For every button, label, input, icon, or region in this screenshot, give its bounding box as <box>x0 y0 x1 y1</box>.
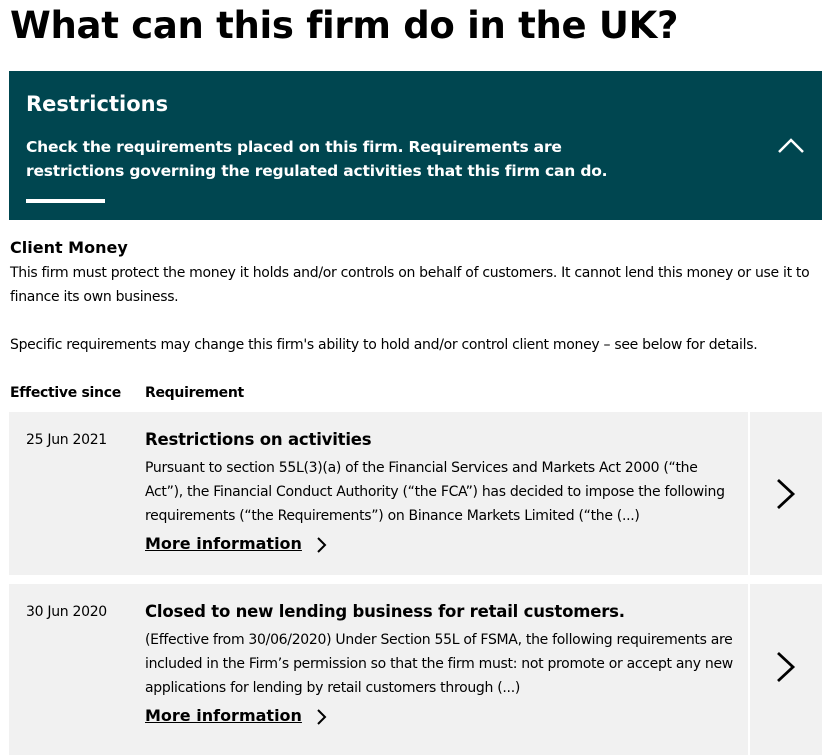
more-information-link[interactable]: More information <box>145 532 328 556</box>
page-title: What can this firm do in the UK? <box>10 4 679 47</box>
requirement-body: Pursuant to section 55L(3)(a) of the Fin… <box>145 460 725 524</box>
client-money-note: Specific requirements may change this fi… <box>10 337 758 353</box>
panel-description: Check the requirements placed on this fi… <box>26 138 608 180</box>
requirement-row-content: 30 Jun 2020 Closed to new lending busine… <box>9 584 748 755</box>
collapse-panel-button[interactable] <box>776 133 806 159</box>
more-information-link[interactable]: More information <box>145 704 328 728</box>
chevron-right-icon <box>777 478 796 509</box>
requirement-row-content: 25 Jun 2021 Restrictions on activities P… <box>9 412 748 575</box>
requirement-date: 30 Jun 2020 <box>26 604 107 620</box>
chevron-right-icon <box>317 537 327 553</box>
restrictions-panel: Restrictions Check the requirements plac… <box>9 71 822 220</box>
requirement-row: 25 Jun 2021 Restrictions on activities P… <box>9 412 822 575</box>
chevron-up-icon <box>778 138 804 153</box>
requirement-body: (Effective from 30/06/2020) Under Sectio… <box>145 632 733 696</box>
requirement-title: Closed to new lending business for retai… <box>145 602 625 621</box>
chevron-right-icon <box>317 709 327 725</box>
requirement-title: Restrictions on activities <box>145 430 372 449</box>
open-requirement-button[interactable] <box>750 584 822 755</box>
column-header-requirement: Requirement <box>145 385 244 401</box>
client-money-title: Client Money <box>10 238 128 257</box>
requirement-date: 25 Jun 2021 <box>26 432 107 448</box>
panel-underline <box>26 199 105 203</box>
client-money-text: This firm must protect the money it hold… <box>10 265 810 305</box>
panel-title: Restrictions <box>26 92 169 116</box>
chevron-right-icon <box>777 651 796 683</box>
requirement-row: 30 Jun 2020 Closed to new lending busine… <box>9 584 822 755</box>
open-requirement-button[interactable] <box>750 412 822 575</box>
column-header-effective-since: Effective since <box>10 385 121 401</box>
more-information-label: More information <box>145 534 302 553</box>
more-information-label: More information <box>145 706 302 725</box>
